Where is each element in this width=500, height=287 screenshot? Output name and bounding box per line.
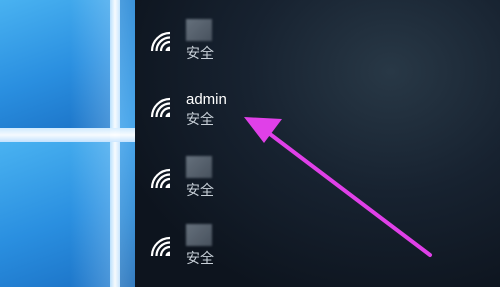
network-name-obscured [186,156,212,178]
light-glow [70,0,135,287]
network-status: 安全 [186,111,214,127]
windows-logo-divider [110,0,120,287]
desktop-background [0,0,135,287]
network-name-obscured [186,224,212,246]
network-name-obscured [186,19,212,41]
wifi-signal-icon [150,97,171,118]
wifi-signal-icon [150,31,171,52]
network-name: admin [186,91,227,108]
wifi-signal-icon [150,168,171,189]
network-status: 安全 [186,45,214,61]
network-status: 安全 [186,182,214,198]
wifi-signal-icon [150,236,171,257]
windows-logo-divider [0,128,135,142]
network-status: 安全 [186,250,214,266]
